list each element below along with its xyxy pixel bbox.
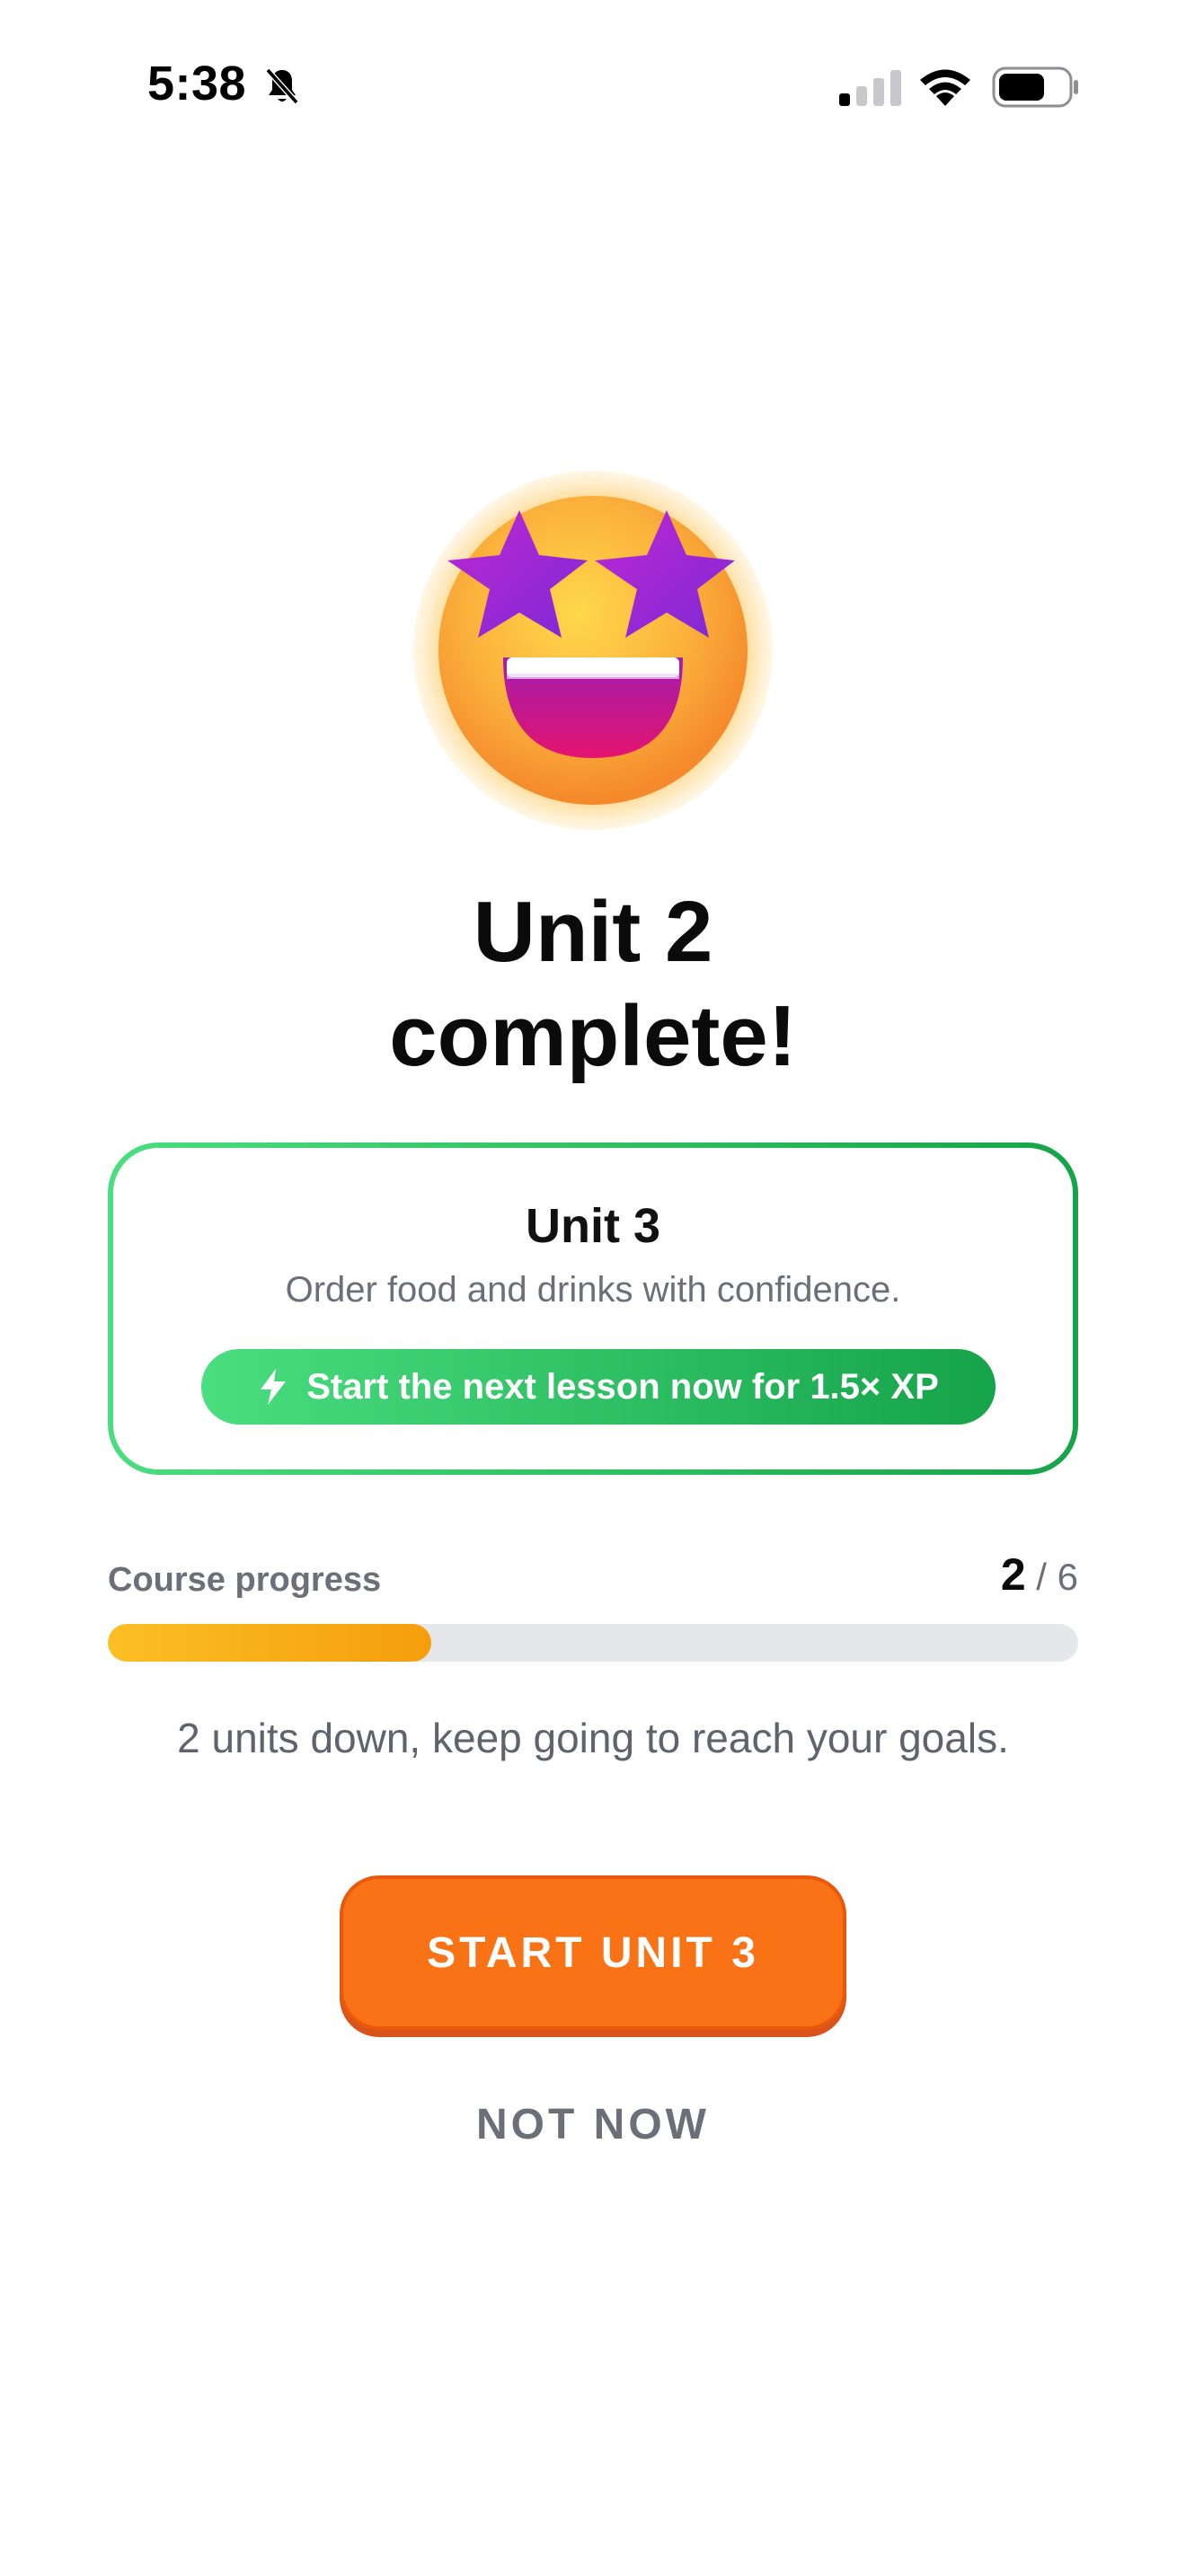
progress-total: 6 [1057,1556,1078,1598]
wifi-icon [920,69,970,106]
headline-line-1: Unit 2 [473,884,713,980]
start-unit-button[interactable]: START UNIT 3 [340,1875,846,2030]
progress-current: 2 [1000,1549,1026,1600]
course-progress-count: 2 / 6 [1001,1548,1078,1601]
page-title: Unit 2 complete! [0,880,1186,1089]
unit-complete-screen: 5:38 Unit 2 complete! Unit 3 Order food … [0,0,1186,2576]
xp-bonus-pill: Start the next lesson now for 1.5× XP [201,1349,996,1425]
cellular-signal-icon [839,70,901,106]
course-progress-fill [108,1624,431,1662]
status-bar: 5:38 [0,0,1186,171]
battery-icon [992,66,1078,108]
progress-caption: 2 units down, keep going to reach your g… [177,1715,1009,1761]
xp-bonus-label: Start the next lesson now for 1.5× XP [306,1366,939,1407]
next-unit-description: Order food and drinks with confidence. [285,1270,901,1310]
status-time: 5:38 [147,57,247,110]
lightning-bolt-icon [261,1369,287,1405]
not-now-button[interactable]: NOT NOW [413,2084,773,2165]
headline-line-2: complete! [389,988,797,1084]
progress-separator: / [1025,1556,1058,1598]
next-unit-card-body: Unit 3 Order food and drinks with confid… [113,1148,1073,1469]
next-unit-card: Unit 3 Order food and drinks with confid… [108,1142,1078,1475]
bell-slash-icon [265,67,299,105]
star-struck-emoji [413,471,773,830]
next-unit-title: Unit 3 [525,1199,660,1253]
course-progress-bar [108,1624,1078,1662]
course-progress-label: Course progress [108,1561,382,1599]
